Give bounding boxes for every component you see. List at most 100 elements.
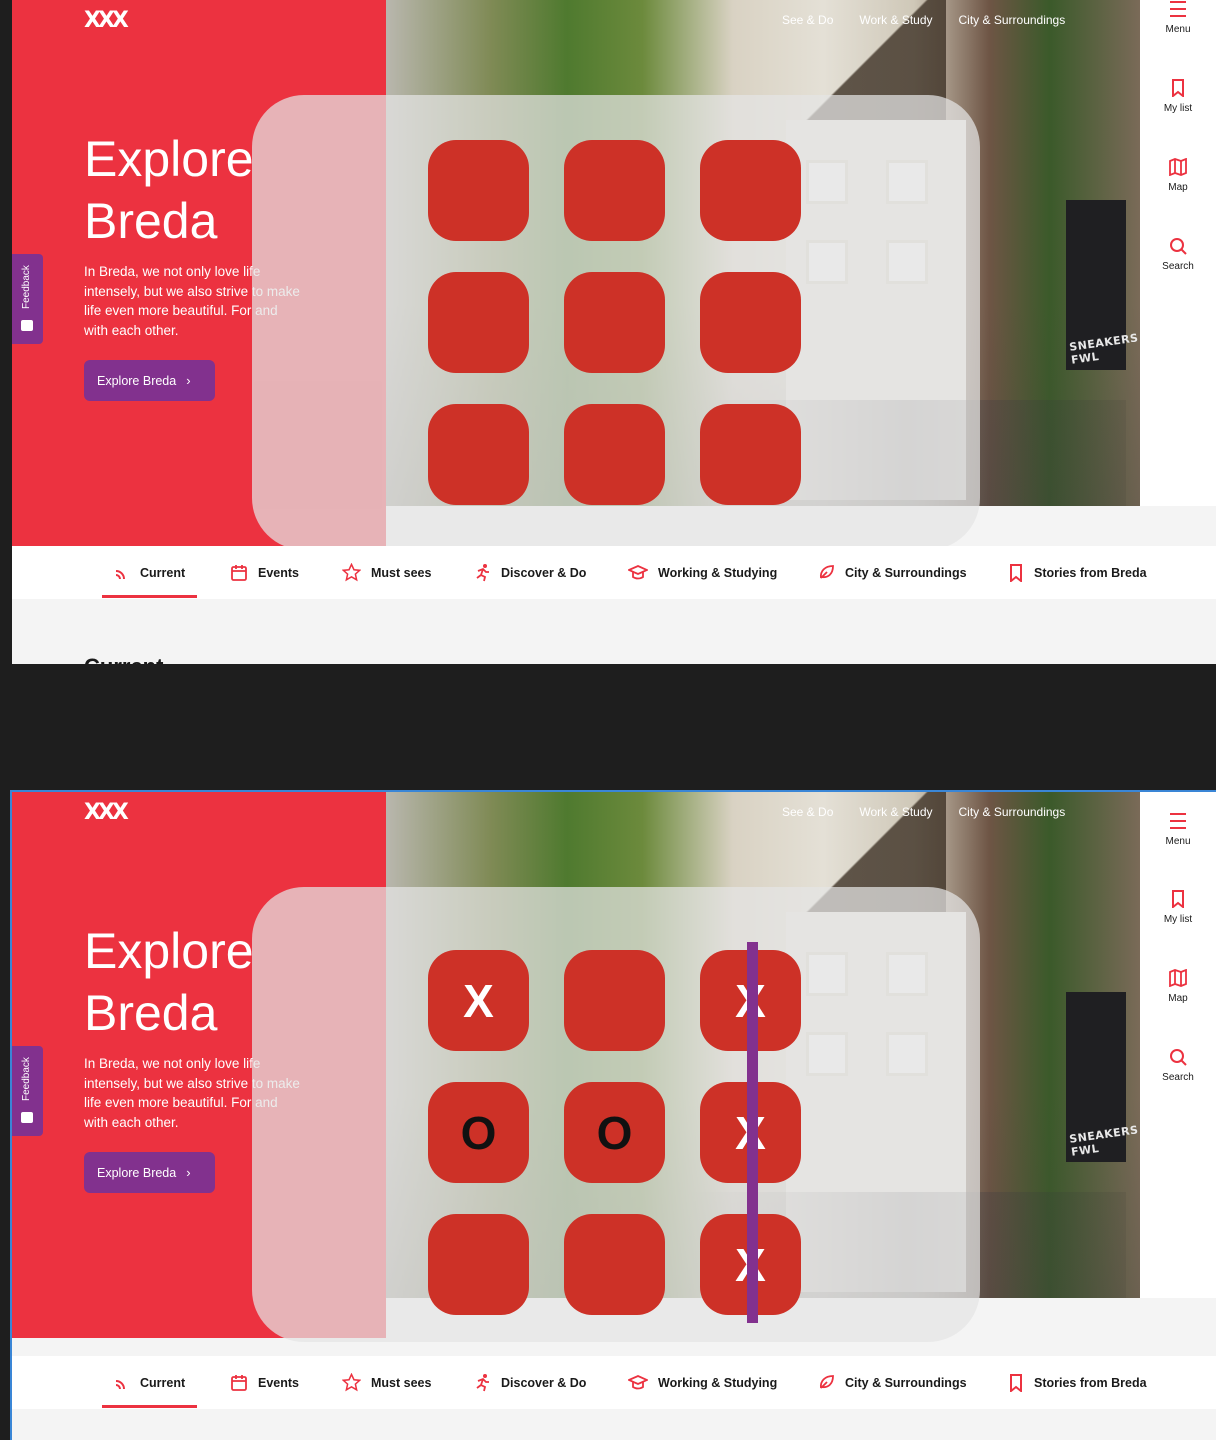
rail-menu[interactable]: Menu [1140, 812, 1216, 847]
search-icon [1170, 1049, 1187, 1066]
side-rail: Menu My list Map Search [1140, 792, 1216, 1298]
feedback-tab[interactable]: Feedback [12, 1046, 43, 1136]
feedback-icon [21, 1112, 33, 1123]
feedback-label: Feedback [21, 1057, 32, 1101]
bookmark-icon [1172, 890, 1184, 908]
board-cell[interactable] [700, 404, 801, 505]
map-icon [1169, 158, 1187, 176]
board-cell[interactable] [700, 272, 801, 373]
board-cell[interactable] [428, 272, 529, 373]
explore-breda-button-label: Explore Breda [97, 373, 177, 388]
nav-active-underline [102, 595, 197, 598]
nav-city-surroundings-label: City & Surroundings [845, 1375, 967, 1390]
rail-menu-label: Menu [1165, 836, 1191, 847]
board-cell[interactable]: X [428, 950, 529, 1051]
photo-shop-sign: SNEAKERS FWL [1066, 200, 1139, 370]
top-link-work-study[interactable]: Work & Study [859, 13, 932, 27]
rail-my-list-label: My list [1163, 914, 1193, 925]
menu-icon [1170, 1, 1186, 17]
explore-breda-button[interactable]: Explore Breda › [84, 360, 215, 401]
rail-menu[interactable]: Menu [1140, 0, 1216, 35]
nav-events[interactable]: Events [230, 1356, 299, 1409]
rail-menu-label: Menu [1165, 24, 1191, 35]
site-logo[interactable]: XXX [84, 8, 129, 33]
nav-current[interactable]: Current [114, 546, 185, 599]
board-cell[interactable] [428, 1214, 529, 1315]
nav-current-label: Current [140, 1375, 186, 1390]
nav-active-underline [102, 1405, 197, 1408]
board-cell[interactable] [564, 1214, 665, 1315]
nav-stories[interactable]: Stories from Breda [1008, 546, 1147, 599]
top-link-work-study[interactable]: Work & Study [859, 805, 932, 819]
nav-working-studying[interactable]: Working & Studying [628, 1356, 777, 1409]
hero-title: Explore Breda [84, 923, 254, 1041]
runner-icon [476, 1374, 489, 1392]
screenshot-before: SNEAKERS FWL XXX See & Do Work & Study C… [12, 0, 1216, 664]
explore-breda-button-label: Explore Breda [97, 1165, 177, 1180]
rail-map[interactable]: Map [1140, 969, 1216, 1004]
search-icon [1170, 238, 1187, 255]
site-logo[interactable]: XXX [84, 800, 129, 825]
nav-working-studying[interactable]: Working & Studying [628, 546, 777, 599]
nav-must-sees-label: Must sees [371, 1375, 432, 1390]
explore-breda-button[interactable]: Explore Breda › [84, 1152, 215, 1193]
rail-map-label: Map [1168, 993, 1188, 1004]
nav-must-sees[interactable]: Must sees [342, 1356, 431, 1409]
rail-my-list[interactable]: My list [1140, 79, 1216, 114]
bookmark-icon [1172, 79, 1184, 97]
top-link-see-do[interactable]: See & Do [782, 805, 833, 819]
rail-search-label: Search [1162, 261, 1194, 272]
calendar-icon [231, 1374, 247, 1391]
board-cell[interactable] [700, 140, 801, 241]
nav-working-studying-label: Working & Studying [658, 1375, 778, 1390]
nav-events[interactable]: Events [230, 546, 299, 599]
nav-discover-do-label: Discover & Do [501, 1375, 587, 1390]
feedback-icon [21, 320, 33, 331]
side-rail: Menu My list Map Search [1140, 0, 1216, 506]
board-cell[interactable] [428, 404, 529, 505]
photo-shop-sign-text: SNEAKERS FWL [1068, 331, 1140, 367]
rail-search[interactable]: Search [1140, 237, 1216, 272]
nav-city-surroundings[interactable]: City & Surroundings [818, 546, 967, 599]
chevron-right-icon: › [186, 373, 191, 388]
rail-my-list[interactable]: My list [1140, 890, 1216, 925]
board-cell[interactable] [564, 404, 665, 505]
calendar-icon [231, 564, 247, 581]
board-cell[interactable] [564, 272, 665, 373]
runner-icon [476, 564, 489, 582]
bookmark-icon [1010, 1373, 1022, 1392]
top-links: See & Do Work & Study City & Surrounding… [782, 13, 1065, 27]
logo-text: XXX [84, 800, 129, 825]
board-cell[interactable]: O [428, 1082, 529, 1183]
chevron-right-icon: › [186, 1165, 191, 1180]
nav-discover-do[interactable]: Discover & Do [474, 546, 586, 599]
nav-must-sees[interactable]: Must sees [342, 546, 431, 599]
top-link-see-do[interactable]: See & Do [782, 13, 833, 27]
nav-must-sees-label: Must sees [371, 565, 432, 580]
top-link-city[interactable]: City & Surroundings [959, 805, 1066, 819]
leaf-icon [820, 565, 834, 579]
top-link-city[interactable]: City & Surroundings [959, 13, 1066, 27]
board-cell[interactable] [564, 140, 665, 241]
winning-line [747, 942, 758, 1323]
nav-discover-do[interactable]: Discover & Do [474, 1356, 586, 1409]
feedback-label: Feedback [21, 265, 32, 309]
rail-search-label: Search [1162, 1072, 1194, 1083]
nav-current[interactable]: Current [114, 1356, 185, 1409]
nav-current-label: Current [140, 565, 186, 580]
board-cell[interactable] [564, 950, 665, 1051]
category-nav: Current Events Must sees Discover & Do W… [12, 1356, 1216, 1409]
nav-stories[interactable]: Stories from Breda [1008, 1356, 1147, 1409]
nav-city-surroundings[interactable]: City & Surroundings [818, 1356, 967, 1409]
top-links: See & Do Work & Study City & Surrounding… [782, 805, 1065, 819]
rss-icon [115, 1379, 125, 1389]
rail-search[interactable]: Search [1140, 1048, 1216, 1083]
nav-working-studying-label: Working & Studying [658, 565, 778, 580]
board-cell[interactable]: O [564, 1082, 665, 1183]
screenshot-after: SNEAKERS FWL XXX See & Do Work & Study C… [10, 790, 1216, 1440]
nav-stories-label: Stories from Breda [1034, 565, 1147, 580]
feedback-tab[interactable]: Feedback [12, 254, 43, 344]
board-cell[interactable] [428, 140, 529, 241]
rail-map[interactable]: Map [1140, 158, 1216, 193]
photo-shop-sign-text: SNEAKERS FWL [1068, 1123, 1140, 1159]
